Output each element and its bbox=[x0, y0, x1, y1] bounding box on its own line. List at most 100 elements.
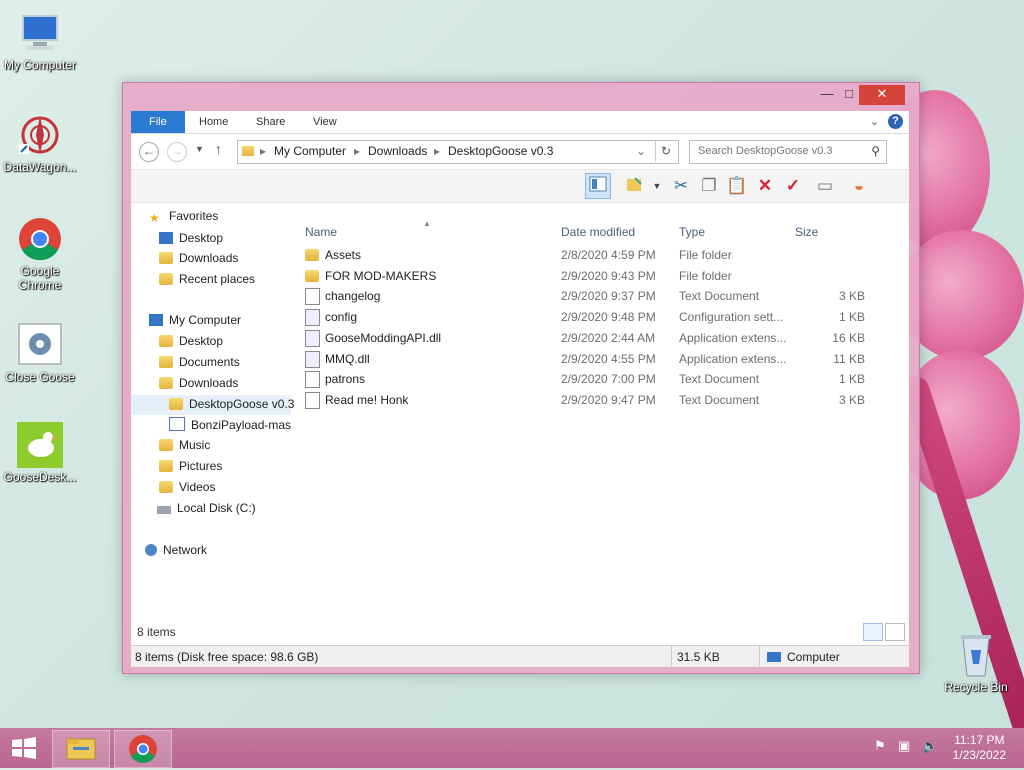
file-row[interactable]: GooseModdingAPI.dll 2/9/2020 2:44 AM Appli… bbox=[299, 328, 889, 348]
network-status-icon[interactable]: ▣ bbox=[898, 738, 910, 754]
nav-local-disk[interactable]: Local Disk (C:) bbox=[157, 501, 256, 515]
taskbar-file-explorer[interactable] bbox=[52, 730, 110, 768]
desktop-icon-datawagon[interactable]: DataWagon... bbox=[0, 112, 80, 174]
chevron-right-icon: ▸ bbox=[354, 144, 361, 158]
desktop-icon-goose-desktop[interactable]: GooseDesk... bbox=[0, 422, 80, 484]
refresh-button[interactable]: ↻ bbox=[655, 140, 676, 162]
desktop-icon bbox=[159, 232, 173, 244]
search-input[interactable]: Search DesktopGoose v0.3 ⚲ bbox=[689, 140, 887, 164]
address-input[interactable]: ▸ My Computer ▸ Downloads ▸ DesktopGoose… bbox=[237, 140, 679, 164]
file-type: Application extens... bbox=[679, 330, 787, 345]
chrome-icon bbox=[17, 216, 63, 262]
tab-home[interactable]: Home bbox=[199, 111, 228, 133]
shell-icon[interactable]: ◒ bbox=[847, 174, 871, 198]
nav-desktopgoose[interactable]: DesktopGoose v0.3 bbox=[169, 397, 294, 411]
close-button[interactable]: ✕ bbox=[859, 85, 905, 105]
help-icon[interactable]: ? bbox=[888, 114, 903, 129]
file-row[interactable]: patrons 2/9/2020 7:00 PM Text Document 1 KB bbox=[299, 369, 889, 389]
file-row[interactable]: Assets 2/8/2020 4:59 PM File folder bbox=[299, 245, 889, 265]
taskbar-chrome[interactable] bbox=[114, 730, 172, 768]
nav-music[interactable]: Music bbox=[159, 438, 210, 452]
volume-muted-icon[interactable]: 🔈 bbox=[922, 738, 938, 754]
delete-icon[interactable]: ✕ bbox=[753, 174, 777, 198]
recent-locations-icon[interactable]: ▼ bbox=[195, 144, 204, 154]
file-type: Text Document bbox=[679, 392, 760, 407]
ribbon-expand-icon[interactable]: ⌄ bbox=[870, 115, 879, 128]
breadcrumb-downloads[interactable]: Downloads bbox=[368, 144, 427, 158]
forward-button[interactable]: → bbox=[167, 142, 187, 162]
nav-label: Downloads bbox=[179, 251, 239, 265]
explorer-window: — □ ✕ File Home Share View ⌄ ? ← → ▼ ↑ ▸… bbox=[122, 82, 920, 674]
properties-folder-icon[interactable] bbox=[623, 174, 647, 198]
file-size: 11 KB bbox=[833, 351, 865, 366]
column-header-name[interactable]: Name bbox=[305, 225, 337, 239]
paste-icon[interactable]: 📋 bbox=[725, 174, 749, 198]
nav-label: My Computer bbox=[169, 313, 242, 327]
details-view-icon[interactable] bbox=[863, 623, 883, 641]
nav-desktop[interactable]: Desktop bbox=[159, 334, 223, 348]
breadcrumb-desktopgoose[interactable]: DesktopGoose v0.3 bbox=[448, 144, 553, 158]
up-arrow-icon[interactable]: ↑ bbox=[215, 141, 222, 157]
file-explorer-icon bbox=[66, 738, 96, 760]
action-center-flag-icon[interactable]: ⚑ bbox=[874, 738, 886, 754]
nav-documents[interactable]: Documents bbox=[159, 355, 240, 369]
settings-file-icon bbox=[305, 350, 320, 368]
sort-arrow-icon: ▲ bbox=[423, 219, 431, 228]
recent-places-icon bbox=[159, 273, 173, 285]
tab-file[interactable]: File bbox=[131, 111, 185, 133]
nav-label: DesktopGoose v0.3 bbox=[189, 397, 295, 411]
file-type: File folder bbox=[679, 248, 732, 262]
file-row[interactable]: changelog 2/9/2020 9:37 PM Text Document 3 … bbox=[299, 286, 889, 306]
windows-start-icon[interactable] bbox=[10, 736, 38, 760]
address-dropdown-icon[interactable]: ⌄ bbox=[636, 144, 646, 158]
file-size: 3 KB bbox=[838, 392, 865, 407]
check-icon[interactable]: ✓ bbox=[781, 174, 805, 198]
file-size: 3 KB bbox=[838, 289, 865, 304]
folder-icon bbox=[242, 146, 254, 156]
nav-fav-desktop[interactable]: Desktop bbox=[159, 231, 223, 245]
desktop-icon-close-goose[interactable]: Close Goose bbox=[0, 322, 80, 384]
column-header-size[interactable]: Size bbox=[795, 225, 818, 239]
dropdown-arrow-icon[interactable]: ▼ bbox=[645, 174, 669, 198]
cut-icon[interactable]: ✂ bbox=[669, 174, 693, 198]
large-icons-view-icon[interactable] bbox=[885, 623, 905, 641]
search-icon[interactable]: ⚲ bbox=[871, 144, 880, 158]
tab-view[interactable]: View bbox=[313, 111, 337, 133]
breadcrumb-my-computer[interactable]: My Computer bbox=[274, 144, 346, 158]
nav-label: Desktop bbox=[179, 334, 224, 348]
nav-my-computer[interactable]: My Computer bbox=[149, 313, 241, 327]
preview-pane-icon[interactable] bbox=[585, 173, 611, 199]
desktop-icon-recycle-bin[interactable]: Recycle Bin bbox=[936, 632, 1016, 694]
column-header-date[interactable]: Date modified bbox=[561, 225, 635, 239]
search-placeholder: Search DesktopGoose v0.3 bbox=[698, 145, 833, 157]
rename-icon[interactable]: ▭ bbox=[813, 174, 837, 198]
back-button[interactable]: ← bbox=[139, 142, 159, 162]
column-header-type[interactable]: Type bbox=[679, 225, 705, 239]
text-document-icon bbox=[305, 391, 320, 409]
file-row[interactable]: Read me! Honk 2/9/2020 9:47 PM Text Docume… bbox=[299, 390, 889, 410]
file-row[interactable]: FOR MOD-MAKERS 2/9/2020 9:43 PM File folde… bbox=[299, 266, 889, 286]
nav-videos[interactable]: Videos bbox=[159, 480, 215, 494]
status-bar: 8 items (Disk free space: 98.6 GB) 31.5 … bbox=[131, 645, 909, 667]
nav-downloads[interactable]: Downloads bbox=[159, 376, 238, 390]
desktop-icon-chrome[interactable]: Google Chrome bbox=[0, 216, 80, 292]
nav-bonzipayload[interactable]: BonziPayload-mas bbox=[169, 417, 291, 432]
nav-label: BonziPayload-mas bbox=[191, 418, 292, 432]
file-name: GooseModdingAPI.dll bbox=[325, 330, 442, 345]
folder-icon bbox=[169, 398, 183, 410]
nav-pictures[interactable]: Pictures bbox=[159, 459, 222, 473]
nav-favorites[interactable]: ★ Favorites bbox=[149, 209, 218, 225]
system-clock[interactable]: 11:17 PM 1/23/2022 bbox=[953, 733, 1006, 763]
nav-fav-recent[interactable]: Recent places bbox=[159, 272, 255, 286]
copy-icon[interactable]: ❐ bbox=[697, 174, 721, 198]
folder-icon bbox=[305, 249, 319, 261]
file-row[interactable]: MMQ.dll 2/9/2020 4:55 PM Application exten… bbox=[299, 349, 889, 369]
file-row[interactable]: config 2/9/2020 9:48 PM Configuration sett… bbox=[299, 307, 889, 327]
nav-label: Local Disk (C:) bbox=[177, 501, 256, 515]
nav-network[interactable]: Network bbox=[145, 543, 207, 557]
file-date: 2/9/2020 9:48 PM bbox=[561, 310, 656, 325]
nav-fav-downloads[interactable]: Downloads bbox=[159, 251, 238, 265]
settings-file-icon bbox=[305, 309, 320, 327]
desktop-icon-my-computer[interactable]: My Computer bbox=[0, 10, 80, 72]
tab-share[interactable]: Share bbox=[256, 111, 285, 133]
